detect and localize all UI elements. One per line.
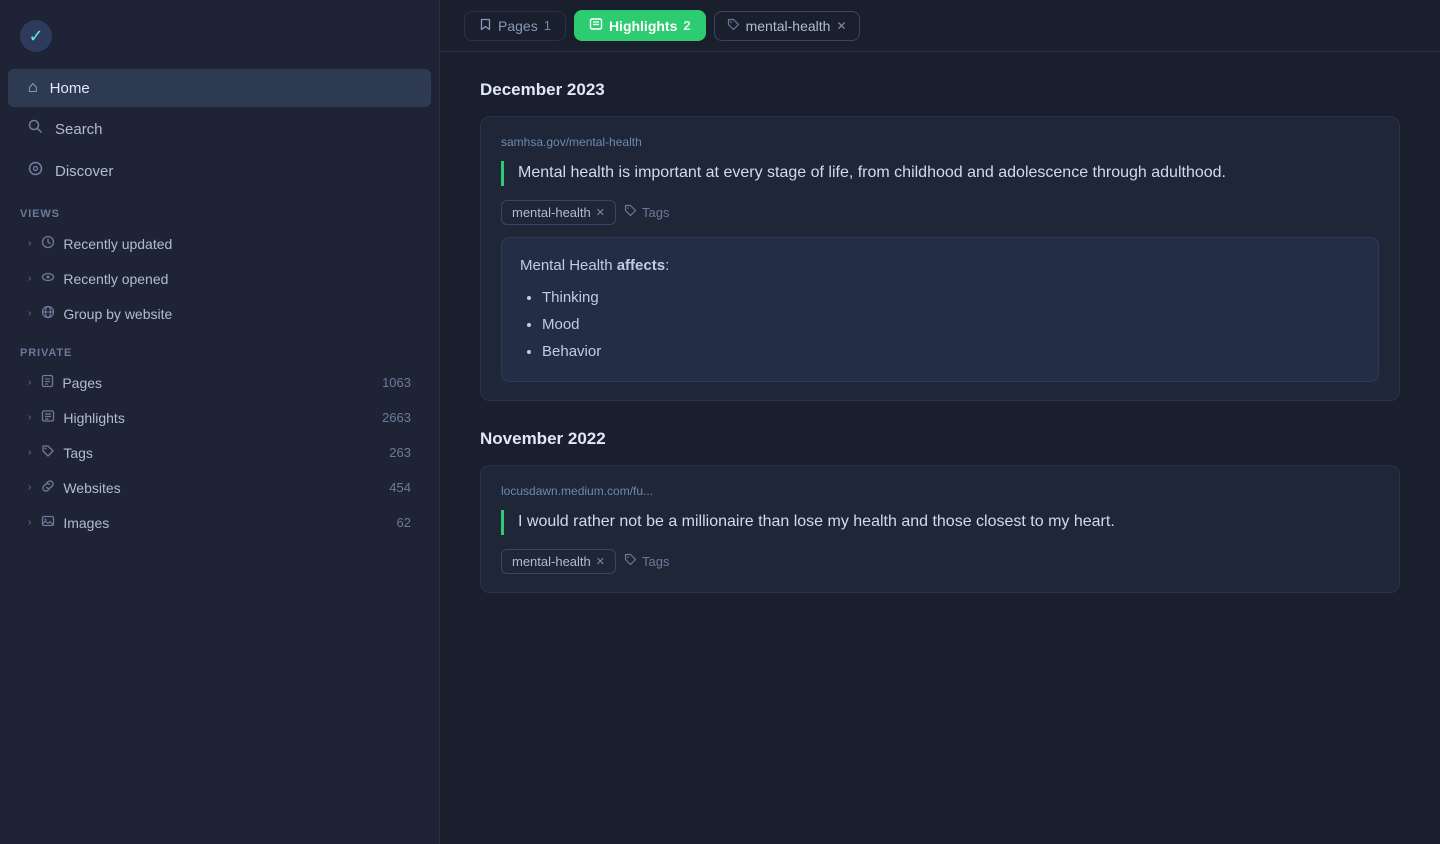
card-url-1: samhsa.gov/mental-health <box>501 135 1379 149</box>
highlights-label: Highlights <box>63 410 124 426</box>
content-area: December 2023 samhsa.gov/mental-health M… <box>440 52 1440 844</box>
tag-pill-close-icon[interactable]: ✕ <box>596 206 605 219</box>
views-section-label: Views <box>0 192 439 226</box>
app-logo: ✓ <box>20 20 52 52</box>
topbar: Pages 1 Highlights 2 mental <box>440 0 1440 52</box>
chevron-icon: › <box>28 238 31 249</box>
sidebar-item-tags[interactable]: › Tags 263 <box>8 436 431 469</box>
tag-add-icon <box>624 204 637 220</box>
chevron-icon: › <box>28 377 31 388</box>
pages-count: 1063 <box>382 375 411 390</box>
tab-pages[interactable]: Pages 1 <box>464 11 566 41</box>
sidebar-item-websites[interactable]: › Websites 454 <box>8 471 431 504</box>
logo-area: ✓ <box>0 12 439 68</box>
tags-label: Tags <box>63 445 93 461</box>
tag-filter-label: mental-health <box>746 18 831 34</box>
tab-pages-label: Pages <box>498 18 538 34</box>
ai-list: Thinking Mood Behavior <box>520 284 1360 365</box>
highlight-text-2: I would rather not be a millionaire than… <box>518 510 1379 535</box>
tag-add-icon-2 <box>624 553 637 569</box>
sidebar-item-search[interactable]: Search <box>8 109 431 149</box>
sidebar-item-group-by-website[interactable]: › Group by website <box>8 297 431 330</box>
ai-box-1: Mental Health affects: Thinking Mood Beh… <box>501 237 1379 382</box>
sidebar-home-label: Home <box>50 80 90 97</box>
sidebar-item-home[interactable]: ⌂ Home <box>8 69 431 107</box>
tag-filter-icon <box>727 18 740 34</box>
sidebar-item-recently-updated[interactable]: › Recently updated <box>8 227 431 260</box>
tag-pill-mental-health-2[interactable]: mental-health ✕ <box>501 549 616 574</box>
recently-opened-label: Recently opened <box>63 271 168 287</box>
add-tag-button-1[interactable]: Tags <box>624 204 669 220</box>
discover-icon <box>28 161 43 181</box>
sidebar-discover-label: Discover <box>55 163 113 180</box>
eye-icon <box>41 270 55 287</box>
ai-box-intro: Mental Health affects: <box>520 254 1360 278</box>
chevron-icon: › <box>28 517 31 528</box>
card-tags-row-1: mental-health ✕ Tags <box>501 200 1379 225</box>
bookmark-icon <box>479 18 492 34</box>
sidebar-item-discover[interactable]: Discover <box>8 151 431 191</box>
highlight-quote-1: Mental health is important at every stag… <box>501 161 1379 186</box>
recently-updated-label: Recently updated <box>63 236 172 252</box>
clock-icon <box>41 235 55 252</box>
tab-highlights[interactable]: Highlights 2 <box>574 10 706 41</box>
tags-placeholder-2: Tags <box>642 554 669 569</box>
sidebar-item-recently-opened[interactable]: › Recently opened <box>8 262 431 295</box>
sidebar: ✓ ⌂ Home Search Discover Views › <box>0 0 440 844</box>
chevron-icon: › <box>28 273 31 284</box>
sidebar-search-label: Search <box>55 121 103 138</box>
sidebar-item-pages[interactable]: › Pages 1063 <box>8 366 431 399</box>
group-by-website-label: Group by website <box>63 306 172 322</box>
tag-pill-mental-health-1[interactable]: mental-health ✕ <box>501 200 616 225</box>
highlights-count: 2663 <box>382 410 411 425</box>
private-section-label: Private <box>0 331 439 365</box>
link-icon <box>41 479 55 496</box>
list-item: Mood <box>542 311 1360 338</box>
card-tags-row-2: mental-health ✕ Tags <box>501 549 1379 574</box>
sidebar-item-highlights[interactable]: › Highlights 2663 <box>8 401 431 434</box>
tag-icon <box>41 444 55 461</box>
images-label: Images <box>63 515 109 531</box>
tags-placeholder: Tags <box>642 205 669 220</box>
images-count: 62 <box>397 515 411 530</box>
sidebar-item-images[interactable]: › Images 62 <box>8 506 431 539</box>
list-item: Thinking <box>542 284 1360 311</box>
chevron-icon: › <box>28 308 31 319</box>
tag-close-icon[interactable]: ✕ <box>836 19 846 33</box>
tag-pill-close-icon-2[interactable]: ✕ <box>596 555 605 568</box>
chevron-icon: › <box>28 482 31 493</box>
chevron-icon: › <box>28 412 31 423</box>
tab-pages-count: 1 <box>544 18 551 33</box>
tag-pill-label: mental-health <box>512 205 591 220</box>
tab-highlights-label: Highlights <box>609 18 677 34</box>
page-icon <box>41 374 54 391</box>
list-item: Behavior <box>542 338 1360 365</box>
add-tag-button-2[interactable]: Tags <box>624 553 669 569</box>
tab-highlights-count: 2 <box>683 18 690 33</box>
main-area: Pages 1 Highlights 2 mental <box>440 0 1440 844</box>
highlights-tab-icon <box>589 17 603 34</box>
tags-count: 263 <box>389 445 411 460</box>
tag-filter[interactable]: mental-health ✕ <box>714 11 860 41</box>
home-icon: ⌂ <box>28 79 38 97</box>
section-date-dec2023: December 2023 <box>480 80 1400 100</box>
websites-count: 454 <box>389 480 411 495</box>
card-url-2: locusdawn.medium.com/fu... <box>501 484 1379 498</box>
section-date-nov2022: November 2022 <box>480 429 1400 449</box>
highlight-card-1: samhsa.gov/mental-health Mental health i… <box>480 116 1400 401</box>
highlight-text-1: Mental health is important at every stag… <box>518 161 1379 186</box>
globe-icon <box>41 305 55 322</box>
websites-label: Websites <box>63 480 120 496</box>
highlight-quote-2: I would rather not be a millionaire than… <box>501 510 1379 535</box>
tag-pill-label-2: mental-health <box>512 554 591 569</box>
highlight-card-2: locusdawn.medium.com/fu... I would rathe… <box>480 465 1400 593</box>
search-icon <box>28 119 43 139</box>
highlights-icon <box>41 409 55 426</box>
pages-label: Pages <box>62 375 102 391</box>
chevron-icon: › <box>28 447 31 458</box>
image-icon <box>41 514 55 531</box>
